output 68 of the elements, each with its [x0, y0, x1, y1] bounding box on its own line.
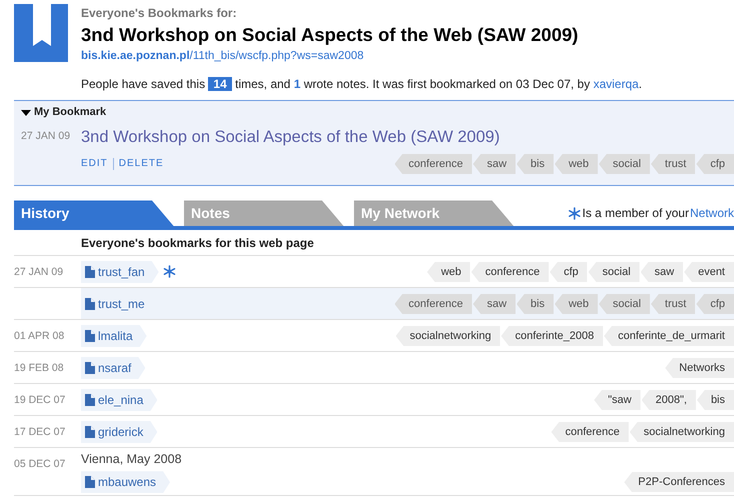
- tag[interactable]: saw: [472, 154, 516, 174]
- url-link[interactable]: bis.kie.ae.poznan.pl/11th_bis/wscfp.php?ws=saw2008: [81, 50, 364, 62]
- date-label: 01 APR 08: [14, 329, 66, 344]
- date-label: 05 DEC 07: [14, 457, 66, 472]
- user-link[interactable]: griderick: [81, 420, 158, 443]
- document-icon: [85, 266, 95, 278]
- tag[interactable]: P2P-Conferences: [624, 472, 734, 492]
- tag[interactable]: "saw: [594, 390, 640, 410]
- tag[interactable]: conference: [394, 294, 472, 314]
- tag[interactable]: cfp: [696, 294, 734, 314]
- tag[interactable]: trust: [650, 154, 696, 174]
- date-label: 17 DEC 07: [14, 425, 66, 440]
- tag[interactable]: conferinte_2008: [501, 326, 603, 346]
- tag[interactable]: bis: [516, 154, 554, 174]
- user-link[interactable]: ele_nina: [81, 388, 158, 411]
- tag[interactable]: 2008",: [642, 390, 696, 410]
- section-heading: Everyone's bookmarks for this web page: [14, 230, 734, 256]
- summary-text: People have saved this 14 times, and 1 wrote notes. It was first bookmarked on 03 Dec 07, by xavierqa.: [81, 76, 644, 94]
- tag[interactable]: socialnetworking: [630, 422, 734, 442]
- tag[interactable]: social: [598, 294, 650, 314]
- document-icon: [85, 298, 95, 310]
- bookmark-logo-icon: [14, 4, 68, 62]
- tag[interactable]: social: [598, 154, 650, 174]
- page-title: 3nd Workshop on Social Aspects of the Web (SAW 2009): [81, 24, 578, 46]
- tag[interactable]: conference: [471, 262, 549, 282]
- user-link[interactable]: mbauwens: [81, 471, 170, 494]
- tag[interactable]: conference: [394, 154, 472, 174]
- tag[interactable]: social: [588, 262, 640, 282]
- tag[interactable]: web: [554, 294, 598, 314]
- bookmark-title[interactable]: 3nd Workshop on Social Aspects of the Web (SAW 2009): [81, 124, 500, 150]
- action-link[interactable]: EDIT: [81, 156, 108, 172]
- tag[interactable]: bis: [516, 294, 554, 314]
- tag[interactable]: saw: [640, 262, 684, 282]
- user-link[interactable]: nsaraf: [81, 356, 146, 379]
- section-heading: My Bookmark: [34, 105, 106, 120]
- tag[interactable]: conference: [551, 422, 629, 442]
- date-label: 19 FEB 08: [14, 361, 65, 376]
- date-label: 27 JAN 09: [14, 265, 64, 280]
- tag[interactable]: trust: [650, 294, 696, 314]
- tag[interactable]: socialnetworking: [396, 326, 500, 346]
- kicker-label: Everyone's Bookmarks for:: [81, 5, 238, 22]
- user-link[interactable]: lmalita: [81, 324, 147, 347]
- tag[interactable]: saw: [472, 294, 516, 314]
- tag[interactable]: Networks: [665, 358, 734, 378]
- snowflake-icon: [162, 265, 176, 278]
- document-icon: [85, 362, 95, 374]
- document-icon: [85, 330, 95, 342]
- user-link[interactable]: trust_fan: [81, 260, 159, 283]
- tag[interactable]: web: [427, 262, 470, 282]
- tab[interactable]: History: [14, 200, 174, 226]
- tag[interactable]: cfp: [550, 262, 588, 282]
- legend-text: Is a member of your: [582, 205, 689, 222]
- network-link[interactable]: Network: [690, 204, 734, 222]
- note-text: Vienna, May 2008: [81, 451, 183, 468]
- snowflake-icon: [568, 206, 582, 220]
- tag[interactable]: bis: [696, 390, 734, 410]
- date-label: 27 JAN 09: [21, 129, 72, 144]
- document-icon: [85, 476, 95, 488]
- document-icon: [85, 426, 95, 438]
- tag[interactable]: conferinte_de_urmarit: [604, 326, 734, 346]
- action-link[interactable]: DELETE: [118, 156, 164, 172]
- tag[interactable]: cfp: [696, 154, 734, 174]
- triangle-icon[interactable]: [21, 108, 31, 117]
- document-icon: [85, 394, 95, 406]
- tag[interactable]: web: [554, 154, 598, 174]
- date-label: 19 DEC 07: [14, 393, 66, 408]
- tag[interactable]: event: [684, 262, 734, 282]
- user-link[interactable]: xavierqa: [593, 77, 639, 92]
